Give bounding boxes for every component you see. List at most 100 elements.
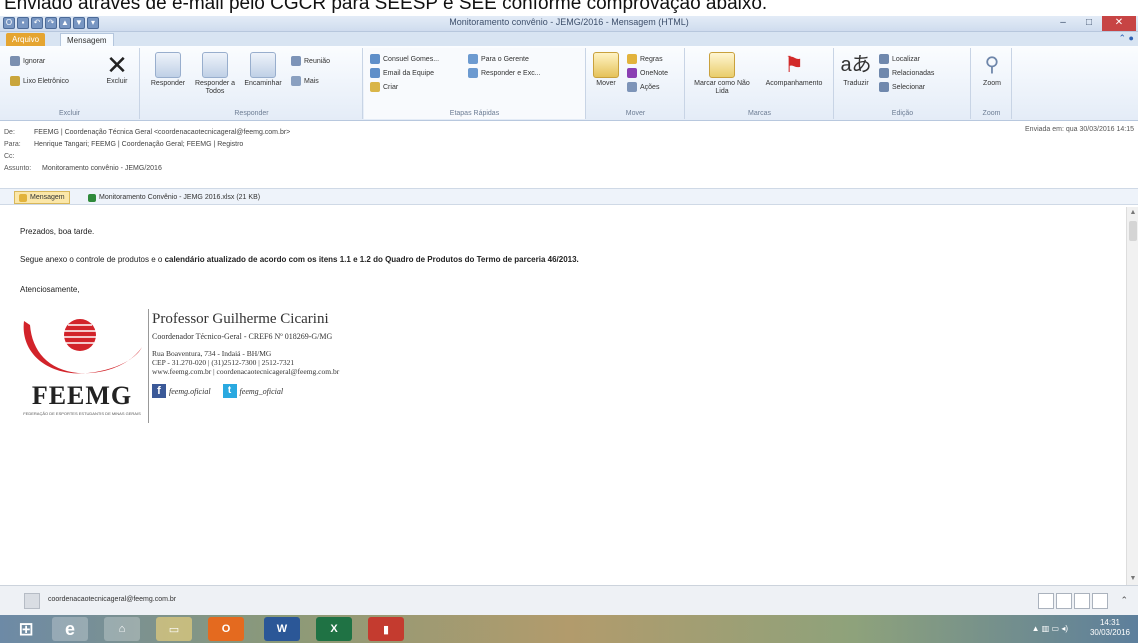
mark-unread-button[interactable]: Marcar como Não Lida <box>692 52 752 96</box>
rules-button[interactable]: Regras <box>627 54 663 64</box>
subject-value: Monitoramento convênio - JEMG/2016 <box>42 165 162 172</box>
group-label-responder: Responder <box>234 110 269 117</box>
from-value[interactable]: FEEMG | Coordenação Técnica Geral <coord… <box>34 129 290 136</box>
team-email-icon <box>370 68 380 78</box>
signature-web[interactable]: www.feemg.com.br | coordenacaotecnicager… <box>152 367 339 376</box>
ignore-icon <box>10 56 20 66</box>
translate-button[interactable]: aあ Traduzir <box>839 52 873 88</box>
group-responder: Responder Responder a Todos Encaminhar R… <box>141 48 363 119</box>
onenote-button[interactable]: OneNote <box>627 68 668 78</box>
minimize-button[interactable]: – <box>1050 16 1076 31</box>
close-button[interactable]: ✕ <box>1102 16 1136 31</box>
quickstep-5[interactable]: Responder e Exc... <box>468 68 541 78</box>
status-email[interactable]: coordenacaotecnicageral@feemg.com.br <box>48 596 176 603</box>
window-controls: – □ ✕ <box>1050 16 1136 31</box>
create-icon <box>370 82 380 92</box>
pane-view-icon-2[interactable] <box>1056 593 1072 609</box>
pane-view-icon-1[interactable] <box>1038 593 1054 609</box>
contact-avatar[interactable] <box>24 593 40 609</box>
help-icon[interactable]: ⌃ ● <box>1119 33 1134 44</box>
quickstep-2-label: Email da Equipe <box>383 69 434 77</box>
followup-button[interactable]: ⚑ Acompanhamento <box>760 52 828 88</box>
windows-taskbar: ⊞ e ⌂ ▭ O W X ▮ ▲ ▥ ▭ ◂) 14:31 30/03/2016 <box>0 615 1138 643</box>
actions-label: Ações <box>640 83 660 91</box>
clock[interactable]: 14:31 30/03/2016 <box>1090 618 1130 638</box>
forward-icon <box>250 52 276 78</box>
select-button[interactable]: Selecionar <box>879 82 925 92</box>
reply-icon <box>155 52 181 78</box>
app-taskbar-icon[interactable]: ▮ <box>368 617 404 641</box>
ribbon: Ignorar Lixo Eletrônico ✕ Excluir Excluir… <box>0 46 1138 121</box>
people-pane-controls <box>1038 593 1108 609</box>
subject-row: Assunto: Monitoramento convênio - JEMG/20… <box>4 164 162 174</box>
cc-label: Cc: <box>4 153 15 160</box>
twitter-link[interactable]: t feemg_oficial <box>222 384 283 398</box>
scroll-up-icon[interactable]: ▲ <box>1129 209 1137 217</box>
group-quick-steps: Consuel Gomes... Email da Equipe Criar P… <box>364 48 586 119</box>
related-button[interactable]: Relacionadas <box>879 68 934 78</box>
scroll-down-icon[interactable]: ▼ <box>1129 575 1137 583</box>
file-explorer-icon[interactable]: ▭ <box>156 617 192 641</box>
title-bar: O ▪ ↶ ↷ ▲ ▼ ▾ Monitoramento convênio - J… <box>0 16 1138 32</box>
onenote-label: OneNote <box>640 69 669 77</box>
move-button[interactable]: Mover <box>591 52 621 88</box>
clock-date: 30/03/2016 <box>1089 628 1130 637</box>
attachment-bar: Mensagem Monitoramento Convênio - JEMG 2… <box>0 188 1138 205</box>
actions-button[interactable]: Ações <box>627 82 659 92</box>
message-attachment-label: Mensagem <box>30 194 65 201</box>
tab-file[interactable]: Arquivo <box>6 33 46 46</box>
delete-button[interactable]: ✕ Excluir <box>100 52 134 86</box>
from-label: De: <box>4 129 15 136</box>
tab-message[interactable]: Mensagem <box>60 33 114 46</box>
outlook-taskbar-icon[interactable]: O <box>208 617 244 641</box>
tray-icons[interactable]: ▲ ▥ ▭ ◂) <box>1032 624 1068 633</box>
facebook-icon: f <box>152 384 166 398</box>
clock-time: 14:31 <box>1099 618 1120 627</box>
related-icon <box>879 68 889 78</box>
home-icon[interactable]: ⌂ <box>104 617 140 641</box>
excel-attachment[interactable]: Monitoramento Convênio - JEMG 2016.xlsx … <box>84 191 264 204</box>
group-label-zoom: Zoom <box>982 110 1001 117</box>
scroll-thumb[interactable] <box>1129 221 1137 241</box>
start-icon[interactable]: ⊞ <box>8 617 44 641</box>
zoom-button[interactable]: ⚲ Zoom <box>976 52 1008 88</box>
signature-address: Rua Boaventura, 734 - Indaiá - BH/MG <box>152 349 272 358</box>
forward-button[interactable]: Encaminhar <box>241 52 285 88</box>
facebook-link[interactable]: f feemg.oficial <box>152 384 211 398</box>
to-value[interactable]: Henrique Tangari; FEEMG | Coordenação Ge… <box>34 141 243 148</box>
facebook-label: feemg.oficial <box>169 386 211 396</box>
maximize-button[interactable]: □ <box>1076 16 1102 31</box>
reply-label: Responder <box>150 80 186 87</box>
pane-view-icon-4[interactable] <box>1092 593 1108 609</box>
quickstep-3[interactable]: Criar <box>370 82 398 92</box>
internet-explorer-icon[interactable]: e <box>52 617 88 641</box>
select-label: Selecionar <box>892 83 926 91</box>
meeting-button[interactable]: Reunião <box>291 56 330 66</box>
reply-button[interactable]: Responder <box>147 52 189 88</box>
group-label-excluir: Excluir <box>58 110 80 117</box>
ignore-button[interactable]: Ignorar <box>10 56 45 66</box>
quickstep-4[interactable]: Para o Gerente <box>468 54 529 64</box>
quickstep-2[interactable]: Email da Equipe <box>370 68 434 78</box>
delete-x-icon: ✕ <box>106 50 128 80</box>
signature-divider <box>148 309 149 423</box>
greeting-text: Prezados, boa tarde. <box>20 227 95 236</box>
quickstep-1[interactable]: Consuel Gomes... <box>370 54 439 64</box>
excel-taskbar-icon[interactable]: X <box>316 617 352 641</box>
junk-button[interactable]: Lixo Eletrônico <box>10 76 69 86</box>
more-button[interactable]: Mais <box>291 76 319 86</box>
binoculars-icon <box>879 54 889 64</box>
collapse-pane-icon[interactable]: ⌃ <box>1120 595 1128 606</box>
word-taskbar-icon[interactable]: W <box>264 617 300 641</box>
pane-view-icon-3[interactable] <box>1074 593 1090 609</box>
followup-label: Acompanhamento <box>765 80 823 87</box>
reply-all-button[interactable]: Responder a Todos <box>193 52 237 96</box>
find-button[interactable]: Localizar <box>879 54 920 64</box>
vertical-scrollbar[interactable]: ▲ ▼ <box>1126 207 1138 585</box>
message-attachment-tab[interactable]: Mensagem <box>14 191 70 204</box>
magnifier-icon: ⚲ <box>984 54 1000 76</box>
document-caption: Enviado através de e-mail pelo CGCR para… <box>0 0 1138 16</box>
group-edicao: aあ Traduzir Localizar Relacionadas Seleci… <box>835 48 971 119</box>
group-label-marcas: Marcas <box>748 110 771 117</box>
zoom-label: Zoom <box>983 80 1001 87</box>
